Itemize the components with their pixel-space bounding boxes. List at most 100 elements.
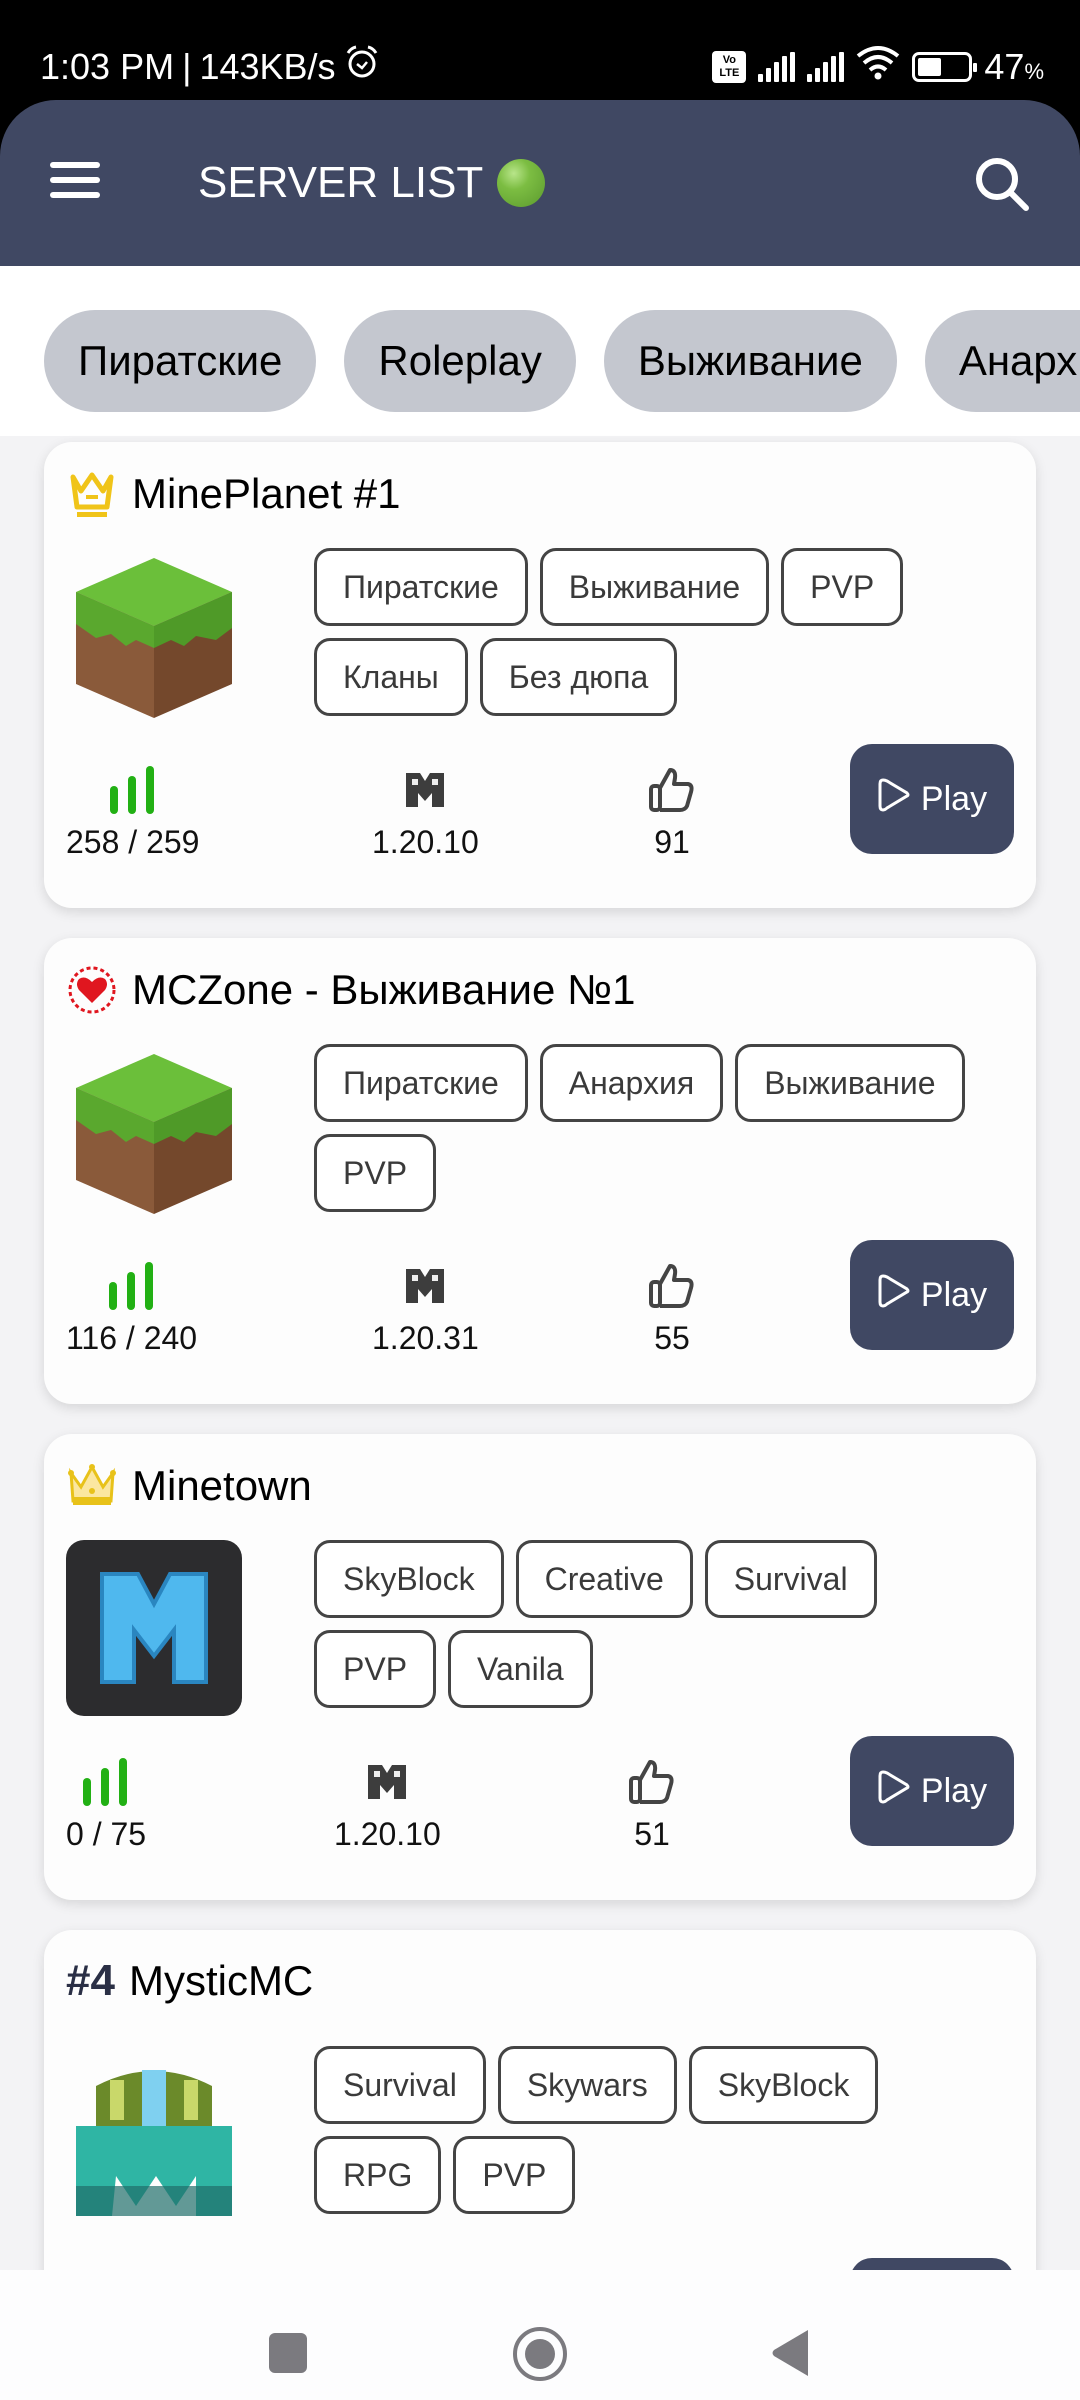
like-count-value: 55 [654,1320,690,1356]
play-button[interactable]: Play [850,1736,1014,1846]
page-title-text: SERVER LIST [198,158,484,207]
pixel-crown-icon [66,1460,118,1512]
server-name: MCZone - Выживание №1 [132,966,636,1013]
server-logo-mysticmc [66,2056,242,2232]
minecraft-logo-icon [334,1754,441,1810]
tag: Creative [515,1540,693,1618]
back-icon[interactable] [770,2328,810,2383]
volte-icon: Vo LTE [712,50,747,83]
server-card[interactable]: MinePlanet #1 Пиратские Выживание PVP Кл… [44,442,1036,908]
server-version-value: 1.20.10 [372,824,479,860]
minecraft-logo-icon [372,762,479,818]
rank-label: #4 [66,1956,115,2005]
tag: PVP [314,1630,437,1708]
play-button[interactable]: Play [850,2258,1014,2270]
server-card[interactable]: Minetown SkyBlock Creative Survival PVP … [44,1434,1036,1900]
player-count-value: 0 / 75 [66,1816,147,1852]
hamburger-menu-icon[interactable] [50,162,100,202]
online-status-icon [497,159,546,207]
separator: | [182,45,192,87]
tag: Анархия [539,1044,724,1122]
play-icon [877,1768,911,1815]
battery-percent: 47% [984,46,1044,88]
minecraft-logo-icon [372,1258,479,1314]
wifi-icon [856,44,900,89]
player-count: 116 / 240 [66,1258,197,1357]
player-count-value: 258 / 259 [66,824,200,860]
like-count-value: 51 [634,1816,670,1852]
player-count: 0 / 75 [66,1754,146,1853]
tag: SkyBlock [314,1540,504,1618]
play-button[interactable]: Play [850,744,1014,854]
tag: Выживание [539,548,770,626]
play-label: Play [920,1771,988,1810]
tag: Без дюпа [479,638,678,716]
tag: RPG [314,2136,442,2214]
filter-chip-survival[interactable]: Выживание [603,310,897,412]
server-card[interactable]: MCZone - Выживание №1 Пиратские Анархия … [44,938,1036,1404]
server-logo-grass-block [66,1044,242,1220]
server-name: MysticMC [128,1957,314,2004]
filter-chip-pirate[interactable]: Пиратские [44,310,317,412]
filter-chip-roleplay[interactable]: Roleplay [344,310,576,412]
volte-label: Vo [722,53,737,66]
server-list[interactable]: Пиратские Roleplay Выживание Анархия Min… [0,266,1080,2270]
player-count-value: 116 / 240 [66,1320,198,1356]
tag-list: Пиратские Анархия Выживание PVP [314,1044,994,1212]
server-card[interactable]: #4 MysticMC Survival Skywars SkyBlock RP… [44,1930,1036,2270]
tag: Выживание [735,1044,965,1122]
player-count: 258 / 259 [66,762,199,861]
server-version: 1.20.31 [372,1258,479,1357]
tag: Vanila [448,1630,593,1708]
tag-list: Пиратские Выживание PVP Кланы Без дюпа [314,548,994,716]
server-version-value: 1.20.31 [372,1320,479,1356]
thumbs-up-icon [648,762,696,818]
play-icon [877,776,911,823]
play-label: Play [920,1275,988,1314]
clock: 1:03 PM [40,45,175,87]
server-version-value: 1.20.10 [334,1816,441,1852]
recents-icon[interactable] [268,2332,308,2379]
battery-icon [912,51,978,82]
battery-fill [918,57,942,76]
server-logo-grass-block [66,548,242,724]
app-bar: SERVER LIST [0,100,1080,266]
filter-chip-anarchy[interactable]: Анархия [924,310,1080,412]
server-name: Minetown [132,1462,312,1509]
tag: Пиратские [314,548,528,626]
tag: PVP [781,548,904,626]
signal-icon [807,51,845,82]
tag: Survival [314,2046,486,2124]
server-logo-minetown [66,1540,242,1716]
battery-percent-value: 47 [984,45,1025,87]
pixel-heart-icon [66,964,118,1016]
play-button[interactable]: Play [850,1240,1014,1350]
percent-sign: % [1024,58,1044,84]
play-label: Play [920,779,988,818]
tag: Кланы [314,638,468,716]
like-count[interactable]: 55 [648,1258,696,1357]
signal-bars-icon [66,762,199,818]
tag: SkyBlock [688,2046,879,2124]
tag: PVP [453,2136,576,2214]
like-count[interactable]: 51 [628,1754,676,1853]
tag-list: SkyBlock Creative Survival PVP Vanila [314,1540,994,1708]
home-icon[interactable] [512,2326,568,2387]
tag: Skywars [497,2046,677,2124]
like-count-value: 91 [654,824,690,860]
tag: Пиратские [314,1044,528,1122]
tag: PVP [314,1134,437,1212]
server-version: 1.20.10 [334,1754,441,1853]
like-count[interactable]: 91 [648,762,696,861]
network-speed: 143KB/s [199,45,336,87]
lte-label: LTE [719,66,740,79]
thumbs-up-icon [628,1754,676,1810]
server-version: 1.20.10 [372,762,479,861]
crown-outline-icon [66,468,118,520]
signal-bars-icon [66,1258,197,1314]
server-name: MinePlanet #1 [132,470,401,517]
page-title: SERVER LIST [198,158,546,208]
search-icon[interactable] [972,154,1032,214]
alarm-icon [344,44,380,89]
system-nav-bar [0,2270,1080,2400]
